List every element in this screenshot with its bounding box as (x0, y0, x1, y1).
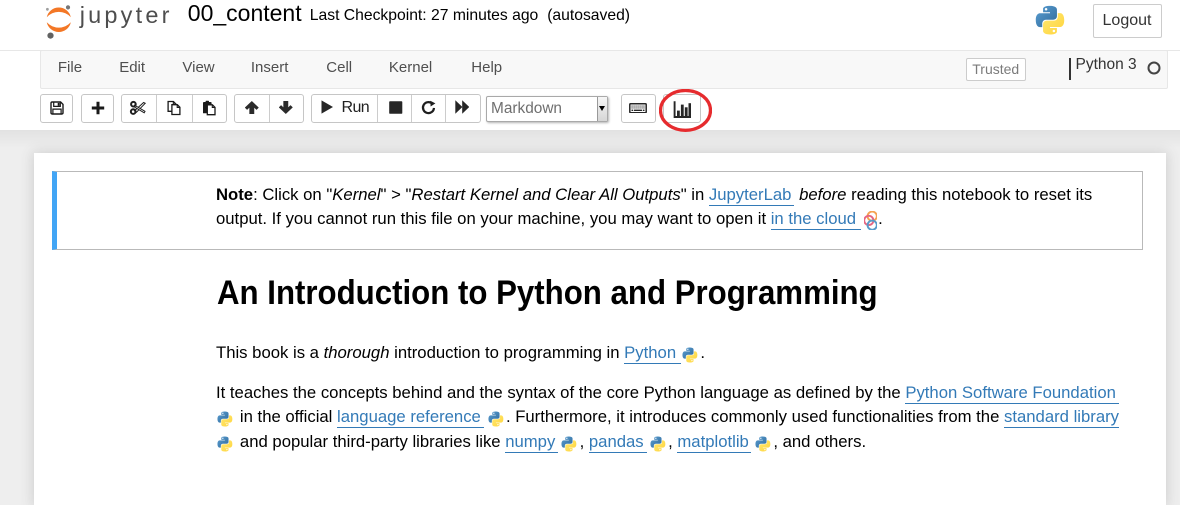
svg-text:jupyter: jupyter (79, 2, 173, 28)
